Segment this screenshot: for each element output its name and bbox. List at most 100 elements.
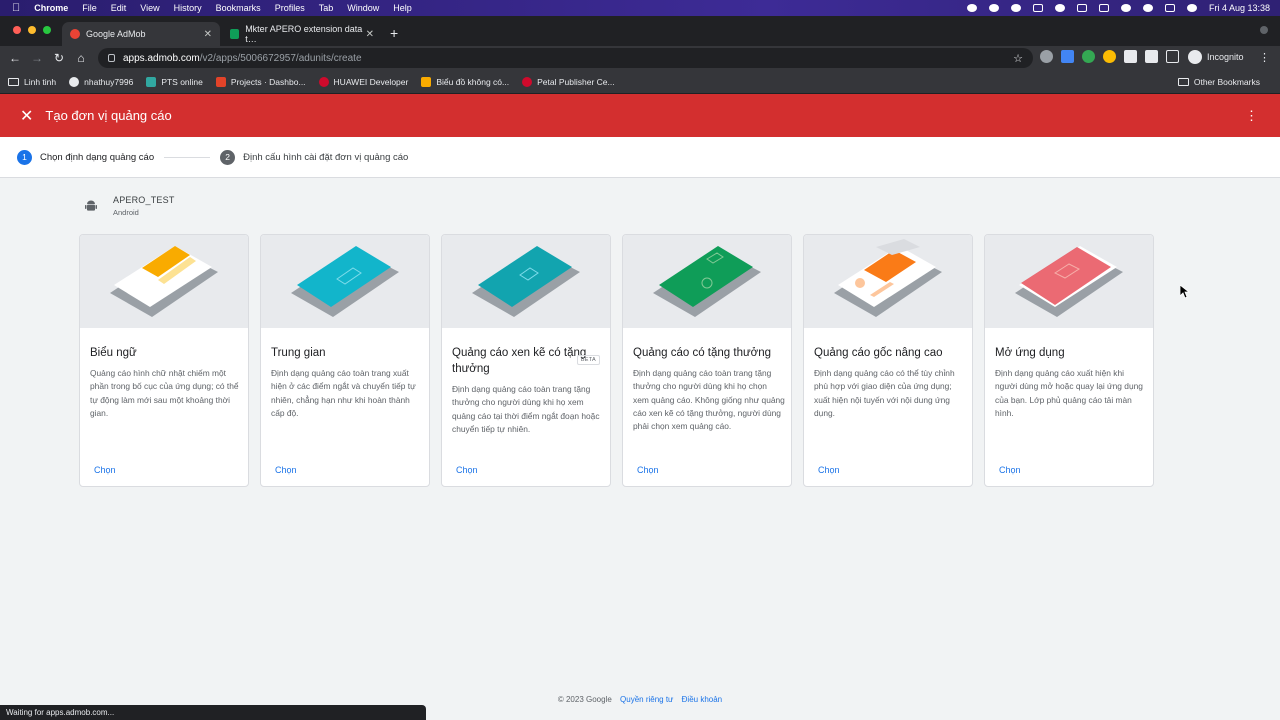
bookmark-bieu-do[interactable]: Biểu đồ không có... bbox=[421, 76, 509, 87]
battery-icon[interactable] bbox=[1098, 4, 1109, 12]
control-center-icon[interactable] bbox=[1164, 4, 1175, 12]
card-description: Định dạng quảng cáo toàn trang xuất hiện… bbox=[271, 368, 416, 418]
app-header: ✕ Tạo đơn vị quảng cáo ⋮ bbox=[0, 94, 1280, 137]
home-icon[interactable]: ⌂ bbox=[70, 51, 92, 65]
choose-app-open-button[interactable]: Chọn bbox=[999, 465, 1021, 475]
menu-profiles[interactable]: Profiles bbox=[275, 3, 305, 13]
menu-help[interactable]: Help bbox=[393, 3, 412, 13]
menu-app-name[interactable]: Chrome bbox=[34, 3, 68, 13]
app-platform: Android bbox=[113, 208, 139, 217]
menu-edit[interactable]: Edit bbox=[111, 3, 127, 13]
spotlight-icon[interactable] bbox=[1142, 4, 1153, 12]
menu-view[interactable]: View bbox=[140, 3, 159, 13]
bookmark-star-icon[interactable]: ☆ bbox=[1013, 52, 1023, 65]
bookmark-pts-online[interactable]: PTS online bbox=[146, 76, 203, 87]
rewarded-interstitial-illustration bbox=[442, 235, 610, 328]
extensions-area bbox=[1040, 50, 1179, 63]
android-icon bbox=[85, 200, 97, 211]
new-tab-plus-icon[interactable]: + bbox=[390, 25, 398, 41]
sheets-favicon-icon bbox=[230, 29, 240, 39]
bookmark-label: Petal Publisher Ce... bbox=[537, 76, 615, 87]
puzzle-icon[interactable] bbox=[1124, 50, 1137, 63]
rewarded-illustration bbox=[623, 235, 791, 328]
tab-google-admob[interactable]: Google AdMob ✕ bbox=[62, 22, 220, 46]
card-app-open[interactable]: Mở ứng dụng Định dạng quảng cáo xuất hiệ… bbox=[984, 234, 1154, 487]
minimize-window-icon[interactable] bbox=[28, 26, 36, 34]
other-bookmarks-label: Other Bookmarks bbox=[1193, 76, 1260, 87]
volume-icon[interactable] bbox=[1032, 4, 1043, 12]
menu-history[interactable]: History bbox=[174, 3, 202, 13]
page-title: Tạo đơn vị quảng cáo bbox=[45, 108, 172, 123]
forward-arrow-icon[interactable]: → bbox=[26, 51, 48, 65]
bookmark-petal-publisher[interactable]: Petal Publisher Ce... bbox=[522, 76, 615, 87]
tab-strip: Google AdMob ✕ Mkter APERO extension dat… bbox=[0, 16, 1280, 46]
record-icon[interactable] bbox=[966, 4, 977, 12]
terms-link[interactable]: Điều khoản bbox=[682, 695, 722, 704]
lock-icon[interactable] bbox=[108, 54, 115, 62]
card-rewarded[interactable]: Quảng cáo có tặng thưởng Định dạng quảng… bbox=[622, 234, 792, 487]
extension-color-icon[interactable] bbox=[1082, 50, 1095, 63]
tab-search-icon[interactable] bbox=[1260, 26, 1268, 34]
huawei-icon bbox=[318, 76, 329, 87]
folder-icon bbox=[8, 77, 19, 86]
choose-interstitial-button[interactable]: Chọn bbox=[275, 465, 297, 475]
menu-tab[interactable]: Tab bbox=[319, 3, 334, 13]
menu-bookmarks[interactable]: Bookmarks bbox=[216, 3, 261, 13]
side-panel-icon[interactable] bbox=[1166, 50, 1179, 63]
interstitial-illustration bbox=[261, 235, 429, 328]
choose-banner-button[interactable]: Chọn bbox=[94, 465, 116, 475]
choose-rewarded-interstitial-button[interactable]: Chọn bbox=[456, 465, 478, 475]
admob-favicon-icon bbox=[70, 29, 80, 39]
choose-rewarded-button[interactable]: Chọn bbox=[637, 465, 659, 475]
github-icon bbox=[69, 76, 80, 87]
extension-tool-icon[interactable] bbox=[1103, 50, 1116, 63]
url-host: apps.admob.com bbox=[123, 52, 200, 64]
bookmark-huawei-developer[interactable]: HUAWEI Developer bbox=[318, 76, 408, 87]
step-choose-format[interactable]: 1 Chọn định dạng quảng cáo bbox=[17, 149, 155, 165]
status-icon[interactable] bbox=[988, 4, 999, 12]
apple-icon[interactable]:  bbox=[12, 2, 20, 14]
play-icon[interactable] bbox=[1054, 4, 1065, 12]
clock[interactable]: Fri 4 Aug 13:38 bbox=[1209, 3, 1270, 13]
close-window-icon[interactable] bbox=[13, 26, 21, 34]
choose-native-advanced-button[interactable]: Chọn bbox=[818, 465, 840, 475]
card-title: Quảng cáo có tặng thưởng bbox=[633, 347, 771, 359]
incognito-indicator[interactable]: Incognito bbox=[1188, 50, 1244, 64]
card-rewarded-interstitial[interactable]: Quảng cáo xen kẽ có tặng thưởng BETA Địn… bbox=[441, 234, 611, 487]
tab-mkter-apero[interactable]: Mkter APERO extension data t… ✕ bbox=[222, 22, 382, 46]
privacy-link[interactable]: Quyền riêng tư bbox=[620, 695, 673, 704]
card-native-advanced[interactable]: Quảng cáo gốc nâng cao Định dạng quảng c… bbox=[803, 234, 973, 487]
bookmark-linh-tinh[interactable]: Linh tinh bbox=[8, 77, 56, 87]
card-banner[interactable]: Biểu ngữ Quảng cáo hình chữ nhật chiếm m… bbox=[79, 234, 249, 487]
extension-j-icon[interactable] bbox=[1061, 50, 1074, 63]
close-tab-icon[interactable]: ✕ bbox=[366, 29, 374, 40]
browser-status-bar: Waiting for apps.admob.com... bbox=[0, 705, 426, 720]
more-options-icon[interactable]: ⋮ bbox=[1245, 108, 1258, 124]
bookmark-nhathuy[interactable]: nhathuy7996 bbox=[69, 76, 133, 87]
bookmark-label: Linh tinh bbox=[24, 76, 57, 87]
chrome-menu-icon[interactable]: ⋮ bbox=[1259, 51, 1270, 64]
app-name: APERO_TEST bbox=[113, 195, 175, 205]
other-bookmarks[interactable]: Other Bookmarks bbox=[1177, 76, 1260, 87]
wifi-icon[interactable] bbox=[1120, 4, 1131, 12]
card-interstitial[interactable]: Trung gian Định dạng quảng cáo toàn tran… bbox=[260, 234, 430, 487]
reload-icon[interactable]: ↻ bbox=[48, 51, 70, 65]
menu-file[interactable]: File bbox=[82, 3, 97, 13]
address-bar[interactable]: apps.admob.com/v2/apps/5006672957/adunit… bbox=[98, 48, 1033, 68]
step-label: Chọn định dạng quảng cáo bbox=[40, 151, 155, 163]
maximize-window-icon[interactable] bbox=[43, 26, 51, 34]
siri-icon[interactable] bbox=[1186, 4, 1197, 12]
bookmarks-bar: Linh tinh nhathuy7996 PTS online Project… bbox=[0, 70, 1280, 94]
cloud-icon[interactable] bbox=[1010, 4, 1021, 12]
footer: © 2023 Google Quyền riêng tư Điều khoản bbox=[0, 695, 1280, 704]
menu-window[interactable]: Window bbox=[347, 3, 379, 13]
bookmark-projects-dashboard[interactable]: Projects · Dashbo... bbox=[215, 76, 306, 87]
petal-icon bbox=[522, 76, 533, 87]
back-arrow-icon[interactable]: ← bbox=[4, 51, 26, 65]
card-title: Biểu ngữ bbox=[90, 347, 137, 359]
bluetooth-icon[interactable] bbox=[1076, 4, 1087, 12]
close-tab-icon[interactable]: ✕ bbox=[204, 29, 212, 40]
extension-icon[interactable] bbox=[1040, 50, 1053, 63]
close-icon[interactable]: ✕ bbox=[20, 106, 33, 126]
download-icon[interactable] bbox=[1145, 50, 1158, 63]
